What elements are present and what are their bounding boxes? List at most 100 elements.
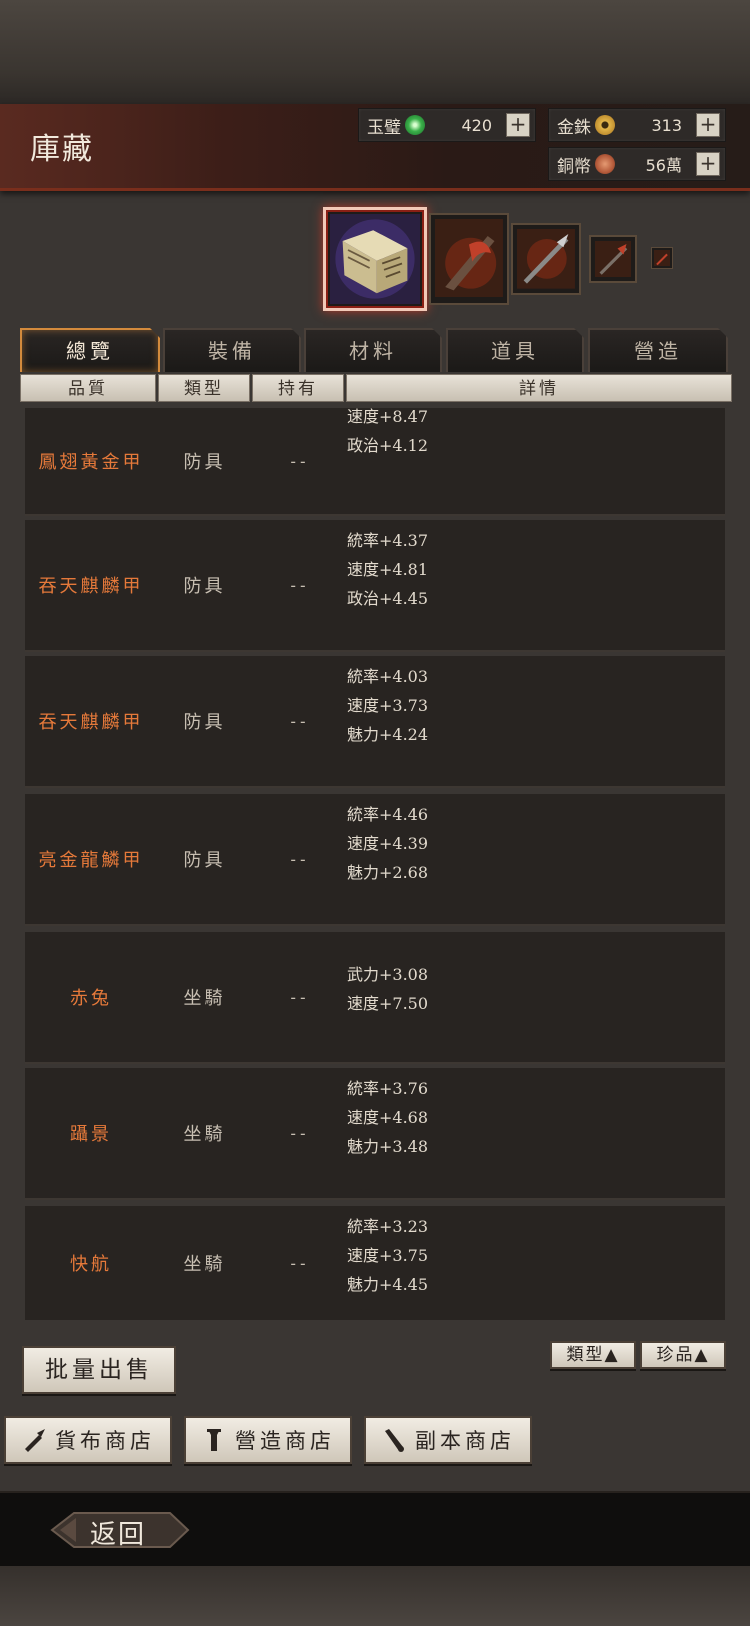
item-row[interactable]: 鳳翅黃金甲 防具 -- 速度+8.47 政治+4.12: [25, 408, 725, 516]
item-name: 躡景: [70, 1124, 112, 1145]
item-type: 防具: [183, 452, 226, 473]
page-title: 庫藏: [30, 132, 94, 167]
blade-icon: [435, 219, 503, 298]
jade-coin-icon: [405, 115, 425, 135]
currency-jade-value: 420: [461, 115, 492, 135]
item-type: 坐騎: [183, 1124, 226, 1145]
tab-construction[interactable]: 營造: [588, 328, 728, 372]
build-shop-label: 營造商店: [235, 1429, 335, 1453]
add-jade-button[interactable]: +: [506, 113, 530, 137]
weapon-slot-1[interactable]: [429, 213, 509, 305]
tower-icon: [207, 1429, 221, 1451]
item-row[interactable]: 吞天麒麟甲 防具 -- 統率+4.37 速度+4.81 政治+4.45: [25, 520, 725, 652]
item-row[interactable]: 赤兔 坐騎 -- 武力+3.08 速度+7.50: [25, 932, 725, 1064]
item-name: 鳳翅黃金甲: [38, 452, 144, 473]
item-stats: 統率+4.46 速度+4.39 魅力+2.68: [347, 800, 428, 887]
item-row[interactable]: 躡景 坐騎 -- 統率+3.76 速度+4.68 魅力+3.48: [25, 1068, 725, 1200]
column-details[interactable]: 詳情: [346, 374, 732, 402]
item-stat: 統率+4.46: [347, 805, 429, 824]
item-name: 赤兔: [70, 988, 112, 1009]
weapon-slot-2[interactable]: [511, 223, 581, 295]
book-icon: [330, 214, 420, 304]
item-type: 防具: [183, 712, 226, 733]
bulk-sell-button[interactable]: 批量出售: [22, 1346, 176, 1394]
item-owner: --: [288, 711, 308, 731]
item-stat: 魅力+3.48: [347, 1137, 429, 1156]
sword-icon: [25, 1429, 45, 1452]
sort-type-button[interactable]: 類型▲: [550, 1341, 636, 1369]
item-stat: 魅力+4.45: [347, 1275, 429, 1294]
item-stat: 魅力+4.24: [347, 725, 429, 744]
currency-gold-label: 金銖: [557, 117, 591, 138]
dagger-icon: [385, 1429, 404, 1452]
currency-shop-button[interactable]: 貨布商店: [4, 1416, 172, 1464]
add-copper-button[interactable]: +: [696, 152, 720, 176]
item-stat: 統率+3.76: [347, 1079, 429, 1098]
item-stats: 武力+3.08 速度+7.50: [347, 960, 428, 1018]
item-row[interactable]: 快航 坐騎 -- 統率+3.23 速度+3.75 魅力+4.45: [25, 1206, 725, 1320]
top-decoration: [0, 0, 750, 104]
item-owner: --: [288, 849, 308, 869]
item-owner: --: [288, 1123, 308, 1143]
small-weapon-icon: [654, 250, 670, 266]
item-stat: 武力+3.08: [347, 965, 429, 984]
back-button[interactable]: 返回: [50, 1507, 190, 1553]
currency-jade-label: 玉璧: [367, 117, 401, 138]
item-stat: 統率+4.03: [347, 667, 429, 686]
currency-copper-label: 銅幣: [557, 156, 591, 177]
item-stats: 統率+3.76 速度+4.68 魅力+3.48: [347, 1074, 428, 1161]
halberd-icon: [595, 241, 631, 277]
column-type[interactable]: 類型: [158, 374, 250, 402]
currency-gold: 金銖 313 +: [548, 108, 726, 142]
item-name: 吞天麒麟甲: [38, 712, 144, 733]
weapon-slot-3[interactable]: [589, 235, 637, 283]
tab-materials[interactable]: 材料: [304, 328, 442, 372]
copper-coin-icon: [595, 154, 615, 174]
item-stat: 速度+4.39: [347, 834, 429, 853]
tab-items[interactable]: 道具: [446, 328, 584, 372]
currency-copper: 銅幣 56萬 +: [548, 147, 726, 181]
tab-overview[interactable]: 總覽: [20, 328, 160, 372]
item-owner: --: [288, 451, 308, 471]
currency-jade: 玉璧 420 +: [358, 108, 536, 142]
item-row[interactable]: 亮金龍鱗甲 防具 -- 統率+4.46 速度+4.39 魅力+2.68: [25, 794, 725, 926]
item-stat: 速度+4.81: [347, 560, 429, 579]
dungeon-shop-button[interactable]: 副本商店: [364, 1416, 532, 1464]
tab-equipment[interactable]: 裝備: [163, 328, 301, 372]
item-stats: 速度+8.47 政治+4.12: [347, 408, 428, 460]
build-shop-button[interactable]: 營造商店: [184, 1416, 352, 1464]
spear-icon: [517, 229, 575, 289]
currency-shop-label: 貨布商店: [55, 1429, 155, 1453]
item-stat: 速度+4.68: [347, 1108, 429, 1127]
item-row[interactable]: 吞天麒麟甲 防具 -- 統率+4.03 速度+3.73 魅力+4.24: [25, 656, 725, 788]
add-gold-button[interactable]: +: [696, 113, 720, 137]
item-type: 防具: [183, 576, 226, 597]
weapon-slot-4[interactable]: [651, 247, 673, 269]
item-stat: 速度+7.50: [347, 994, 429, 1013]
dungeon-shop-label: 副本商店: [415, 1429, 515, 1453]
sort-rare-button[interactable]: 珍品▲: [640, 1341, 726, 1369]
item-name: 吞天麒麟甲: [38, 576, 144, 597]
item-name: 快航: [70, 1254, 112, 1275]
footer-bar: 返回: [0, 1491, 750, 1569]
item-type: 坐騎: [183, 1254, 226, 1275]
column-owner[interactable]: 持有: [252, 374, 344, 402]
item-stat: 速度+3.73: [347, 696, 429, 715]
back-label: 返回: [90, 1520, 147, 1550]
item-list[interactable]: 鳳翅黃金甲 防具 -- 速度+8.47 政治+4.12 吞天麒麟甲 防具 -- …: [25, 408, 725, 1320]
item-type: 坐騎: [183, 988, 226, 1009]
item-stats: 統率+4.03 速度+3.73 魅力+4.24: [347, 662, 428, 749]
item-stats: 統率+3.23 速度+3.75 魅力+4.45: [347, 1212, 428, 1299]
item-stat: 魅力+2.68: [347, 863, 429, 882]
item-owner: --: [288, 1253, 308, 1273]
item-stat: 政治+4.12: [347, 436, 429, 455]
currency-copper-value: 56萬: [645, 156, 682, 175]
column-quality[interactable]: 品質: [20, 374, 156, 402]
item-type: 防具: [183, 850, 226, 871]
item-stats: 統率+4.37 速度+4.81 政治+4.45: [347, 526, 428, 613]
book-slot[interactable]: [323, 207, 427, 311]
item-owner: --: [288, 575, 308, 595]
gold-coin-icon: [595, 115, 615, 135]
item-stat: 速度+3.75: [347, 1246, 429, 1265]
item-stat: 政治+4.45: [347, 589, 429, 608]
